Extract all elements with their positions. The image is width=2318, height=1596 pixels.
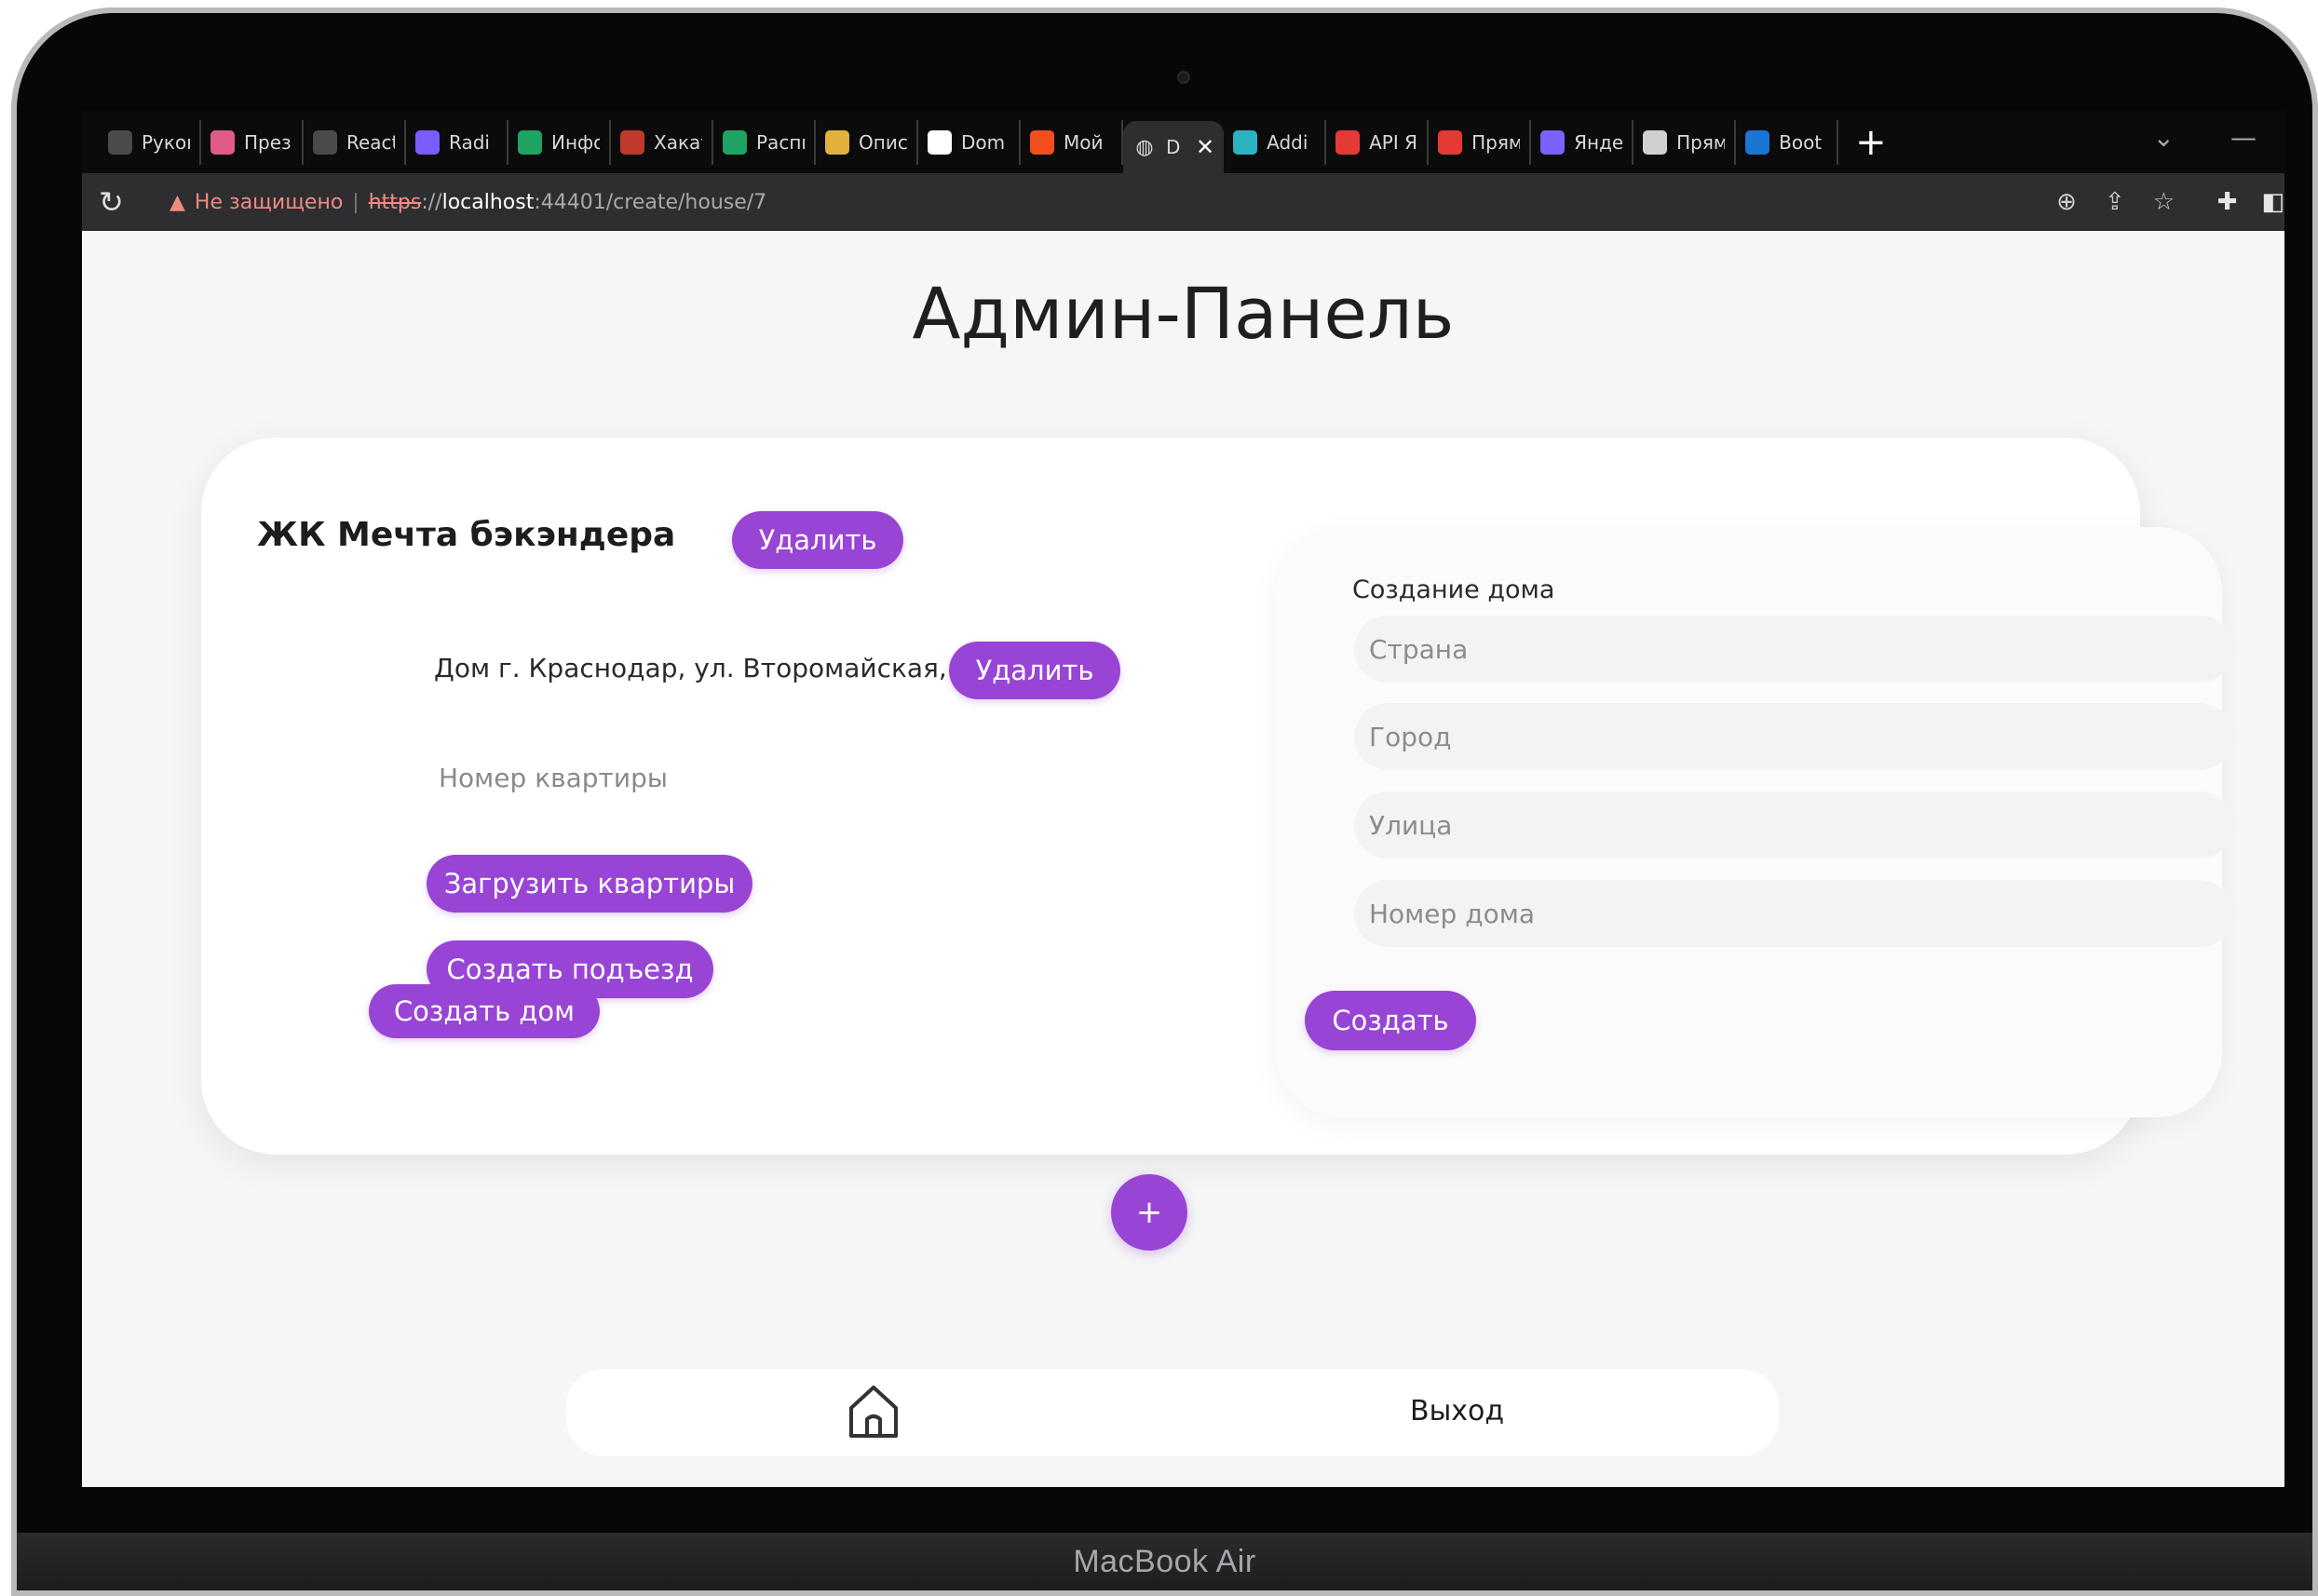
github-icon bbox=[928, 129, 952, 155]
tab-label: Radi bbox=[449, 130, 490, 154]
house-number-input[interactable] bbox=[1354, 880, 2233, 947]
tab-label: Boot bbox=[1779, 130, 1823, 154]
bottom-navigation: Выход bbox=[566, 1369, 1779, 1456]
minimize-icon[interactable]: — bbox=[2230, 122, 2257, 153]
tab-label: Dom bbox=[961, 130, 1006, 154]
gear-icon bbox=[1540, 129, 1566, 155]
tab-label: API Я bbox=[1369, 130, 1418, 154]
tab-label: Мой bbox=[1064, 130, 1104, 154]
browser-tab[interactable]: Опис bbox=[816, 119, 918, 165]
share-icon[interactable]: ⇪ bbox=[2105, 188, 2125, 216]
browser-tab[interactable]: Хакат bbox=[611, 119, 713, 165]
tab-label: React bbox=[346, 130, 395, 154]
extensions-puzzle-icon[interactable]: ✚ bbox=[2217, 188, 2238, 216]
browser-tab[interactable]: React bbox=[304, 119, 406, 165]
screen: Руков Прези React Radi Инфо Хакат Распи Опис Dom… bbox=[82, 111, 2284, 1487]
tab-label: Прези bbox=[244, 130, 292, 154]
address-bar: ↻ ▲ Не защищено | https://localhost:4440… bbox=[82, 173, 2284, 231]
city-input[interactable] bbox=[1354, 703, 2233, 770]
circle-logo-icon bbox=[415, 129, 440, 155]
browser-tab[interactable]: Прям bbox=[1429, 119, 1532, 165]
close-tab-icon[interactable]: ✕ bbox=[1196, 134, 1214, 160]
web-page: Админ-Панель ЖК Мечта бэкэндера Удалить … bbox=[82, 231, 2284, 1487]
slides-icon bbox=[210, 129, 235, 155]
figma-icon bbox=[1030, 129, 1054, 155]
globe-icon: ◍ bbox=[1135, 135, 1154, 159]
react-icon bbox=[1233, 129, 1258, 155]
country-input[interactable] bbox=[1354, 615, 2233, 683]
tab-search-icon[interactable]: ⌄ bbox=[2153, 122, 2175, 153]
tab-label: Опис bbox=[859, 130, 907, 154]
tab-label: Прям bbox=[1676, 130, 1726, 154]
tab-label: D bbox=[1166, 136, 1181, 158]
new-tab-button[interactable]: + bbox=[1855, 124, 1887, 161]
yandex-icon bbox=[1438, 129, 1463, 155]
url-path: :44401/create/house/7 bbox=[534, 190, 767, 214]
active-tab[interactable]: ◍ D ✕ bbox=[1123, 121, 1225, 173]
document-icon bbox=[313, 129, 337, 155]
zoom-icon[interactable]: ⊕ bbox=[2056, 188, 2077, 216]
separator: | bbox=[352, 190, 359, 214]
browser-tab[interactable]: Прям bbox=[1633, 119, 1737, 165]
browser-tab[interactable]: Boot bbox=[1736, 119, 1839, 165]
browser-tab[interactable]: Прези bbox=[201, 119, 304, 165]
browser-tab[interactable]: Распи bbox=[713, 119, 816, 165]
house-address: Дом г. Краснодар, ул. Второмайская, д. 2 bbox=[434, 653, 1007, 683]
browser-tab[interactable]: Инфо bbox=[508, 119, 611, 165]
url-omnibox[interactable]: ▲ Не защищено | https://localhost:44401/… bbox=[151, 181, 2144, 223]
browser-tab[interactable]: Radi bbox=[406, 119, 508, 165]
url-host: localhost bbox=[441, 190, 535, 214]
load-apartments-button[interactable]: Загрузить квартиры bbox=[427, 855, 752, 913]
outlook-icon bbox=[1745, 129, 1770, 155]
tab-label: Янде bbox=[1574, 130, 1623, 154]
sheet-icon bbox=[723, 129, 747, 155]
sheet-icon bbox=[518, 129, 542, 155]
bookmark-star-icon[interactable]: ☆ bbox=[2153, 188, 2175, 216]
browser-tab[interactable]: Dom bbox=[918, 119, 1021, 165]
window-controls: ⌄ — bbox=[2153, 122, 2257, 153]
browser-tab[interactable]: Addi bbox=[1224, 119, 1327, 165]
tab-label: Addi bbox=[1267, 130, 1308, 154]
globe-icon bbox=[1643, 129, 1668, 155]
submit-create-house-button[interactable]: Создать bbox=[1305, 991, 1476, 1050]
yandex-icon bbox=[1335, 129, 1361, 155]
delete-house-button[interactable]: Удалить bbox=[949, 642, 1120, 699]
admin-card: ЖК Мечта бэкэндера Удалить Дом г. Красно… bbox=[201, 438, 2233, 1155]
url-protocol: https bbox=[368, 190, 422, 214]
url-scheme-sep: :// bbox=[421, 190, 442, 214]
webcam bbox=[1177, 71, 1190, 84]
browser-tab[interactable]: Руков bbox=[99, 119, 201, 165]
person-icon bbox=[825, 129, 849, 155]
page-title: Админ-Панель bbox=[912, 272, 1455, 355]
laptop-chin: MacBook Air bbox=[17, 1533, 2312, 1590]
create-house-title: Создание дома bbox=[1352, 575, 1555, 604]
browser-tab-bar: Руков Прези React Radi Инфо Хакат Распи Опис Dom… bbox=[82, 111, 2284, 173]
browser-tab[interactable]: API Я bbox=[1326, 119, 1430, 165]
street-input[interactable] bbox=[1354, 791, 2233, 859]
side-panel-icon[interactable]: ◧ bbox=[2261, 188, 2284, 216]
laptop-frame: Руков Прези React Radi Инфо Хакат Распи Опис Dom… bbox=[11, 7, 2318, 1596]
apartment-number-input[interactable] bbox=[439, 754, 811, 801]
browser-tab[interactable]: Мой bbox=[1021, 119, 1123, 165]
home-icon[interactable] bbox=[846, 1382, 901, 1441]
tab-label: Руков bbox=[142, 130, 190, 154]
browser-tab[interactable]: Янде bbox=[1531, 119, 1634, 165]
logout-link[interactable]: Выход bbox=[1410, 1395, 1504, 1427]
extension-actions: ✚ ◧ bbox=[2217, 188, 2284, 216]
complex-name: ЖК Мечта бэкэндера bbox=[257, 516, 676, 554]
not-secure-label[interactable]: Не защищено bbox=[195, 191, 343, 214]
tab-label: Прям bbox=[1471, 130, 1521, 154]
tab-label: Инфо bbox=[551, 130, 600, 154]
create-house-button[interactable]: Создать дом bbox=[369, 984, 600, 1038]
reload-icon[interactable]: ↻ bbox=[99, 184, 136, 220]
document-icon bbox=[108, 129, 132, 155]
delete-complex-button[interactable]: Удалить bbox=[732, 511, 903, 569]
warning-icon: ▲ bbox=[169, 190, 185, 214]
add-complex-button[interactable]: + bbox=[1111, 1174, 1187, 1251]
tab-label: Хакат bbox=[654, 130, 702, 154]
tab-label: Распи bbox=[756, 130, 805, 154]
square-icon bbox=[620, 129, 644, 155]
omnibox-actions: ⊕ ⇪ ☆ bbox=[2056, 188, 2175, 216]
device-model-label: MacBook Air bbox=[1073, 1543, 1256, 1579]
